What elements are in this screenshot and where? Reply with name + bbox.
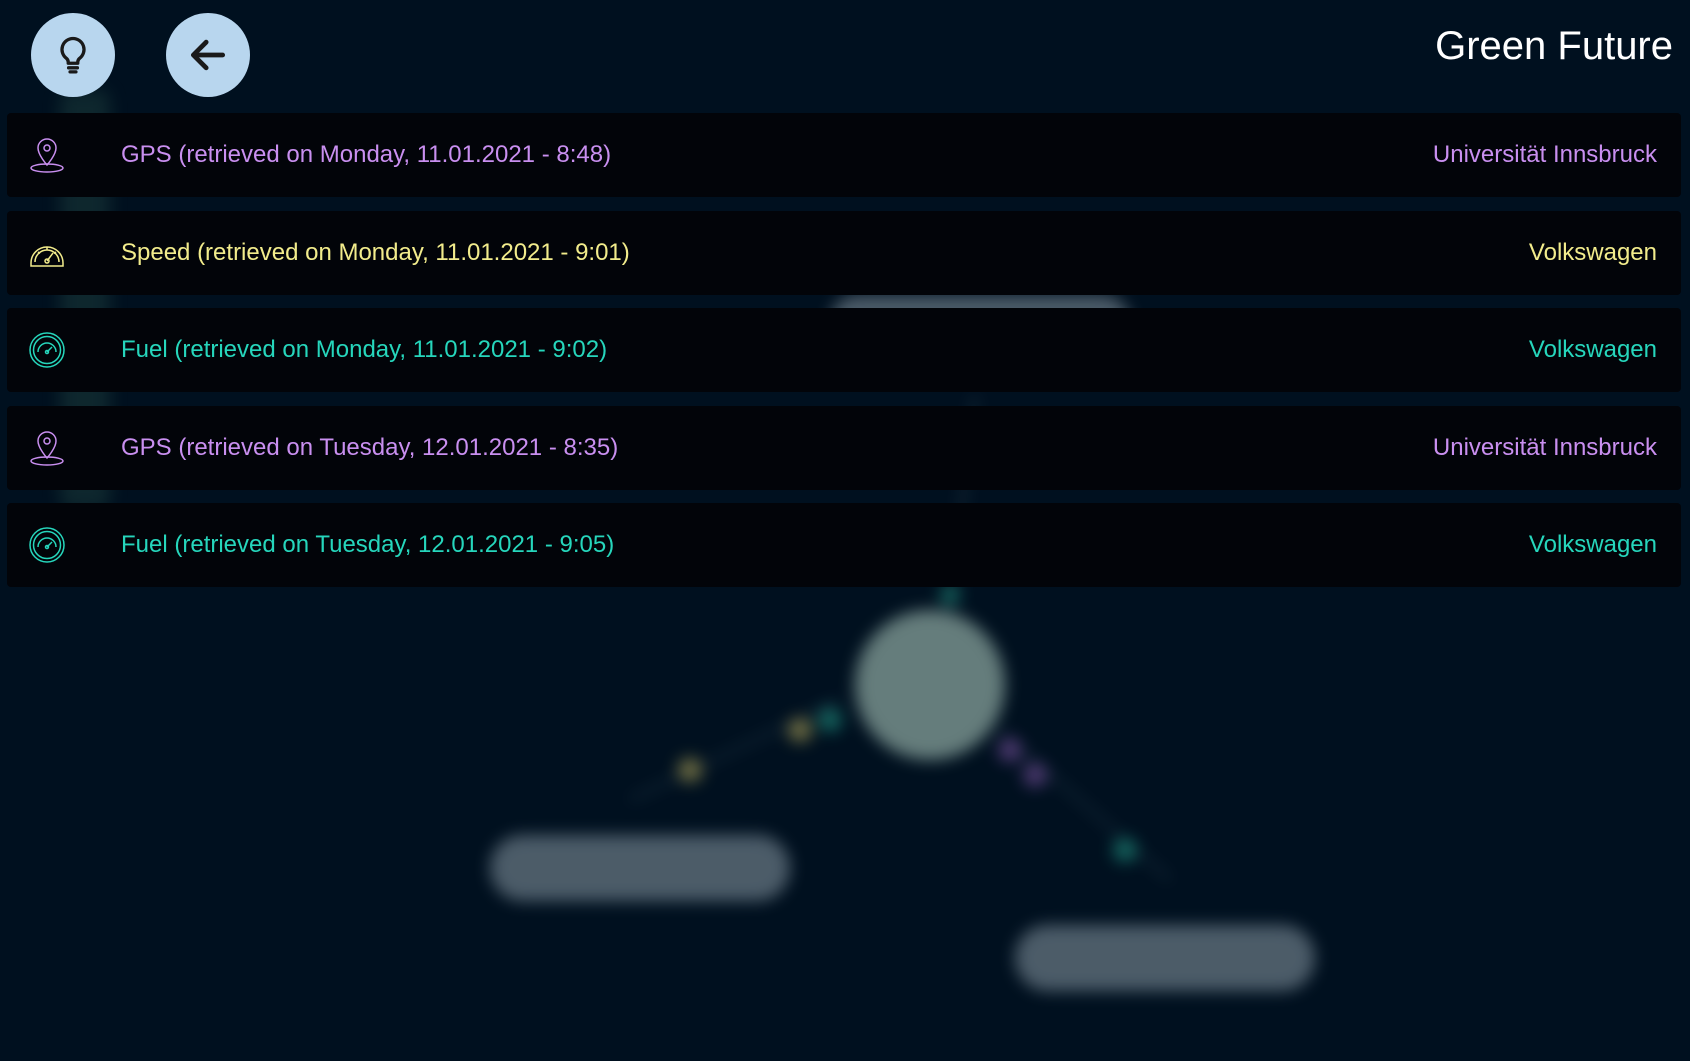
record-label: GPS (retrieved on Tuesday, 12.01.2021 - … bbox=[121, 433, 619, 461]
list-item[interactable]: Speed (retrieved on Monday, 11.01.2021 -… bbox=[7, 210, 1681, 295]
location-pin-icon bbox=[27, 135, 67, 175]
location-pin-icon bbox=[27, 428, 67, 468]
record-provider: Volkswagen bbox=[1528, 238, 1657, 266]
data-records-list: GPS (retrieved on Monday, 11.01.2021 - 8… bbox=[7, 113, 1681, 601]
list-item[interactable]: Fuel (retrieved on Monday, 11.01.2021 - … bbox=[7, 308, 1681, 392]
record-label: Fuel (retrieved on Tuesday, 12.01.2021 -… bbox=[121, 531, 615, 558]
arrow-left-icon bbox=[190, 39, 226, 71]
fuel-gauge-icon bbox=[27, 525, 67, 565]
record-label: GPS (retrieved on Monday, 11.01.2021 - 8… bbox=[121, 141, 612, 168]
back-button[interactable] bbox=[166, 13, 250, 97]
record-provider: Volkswagen bbox=[1528, 336, 1657, 363]
record-provider: Universität Innsbruck bbox=[1432, 433, 1657, 461]
list-item[interactable]: Fuel (retrieved on Tuesday, 12.01.2021 -… bbox=[7, 503, 1681, 587]
record-provider: Universität Innsbruck bbox=[1432, 141, 1657, 168]
record-label: Speed (retrieved on Monday, 11.01.2021 -… bbox=[121, 238, 630, 266]
record-label: Fuel (retrieved on Monday, 11.01.2021 - … bbox=[121, 336, 608, 363]
list-item[interactable]: GPS (retrieved on Tuesday, 12.01.2021 - … bbox=[7, 405, 1681, 490]
app-title: Green Future bbox=[1435, 24, 1673, 68]
hint-button[interactable] bbox=[31, 13, 115, 97]
speedometer-icon bbox=[27, 233, 67, 273]
list-item[interactable]: GPS (retrieved on Monday, 11.01.2021 - 8… bbox=[7, 113, 1681, 197]
fuel-gauge-icon bbox=[27, 330, 67, 370]
lightbulb-icon bbox=[60, 36, 86, 74]
record-provider: Volkswagen bbox=[1528, 531, 1657, 558]
